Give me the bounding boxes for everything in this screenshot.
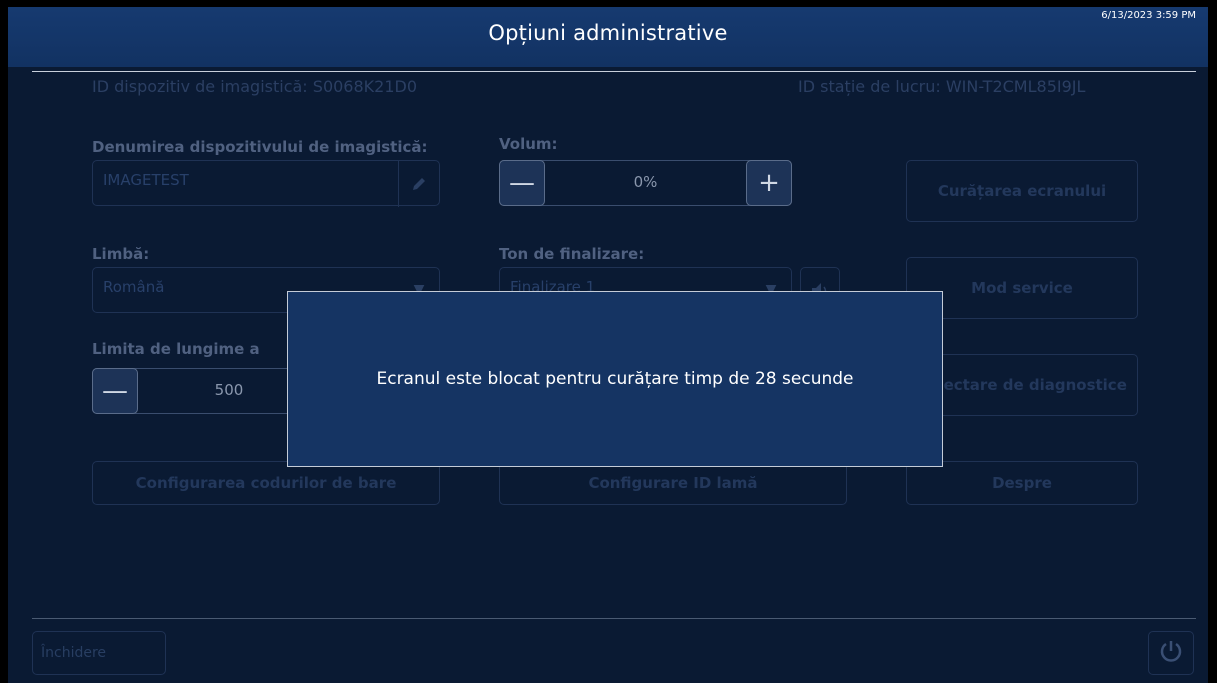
screen-clean-button[interactable]: Curățarea ecranului — [906, 160, 1138, 222]
slide-id-config-button[interactable]: Configurare ID lamă — [499, 461, 847, 505]
volume-label: Volum: — [499, 135, 558, 153]
workstation-id-label: ID stație de lucru: WIN-T2CML85I9JL — [798, 77, 1086, 96]
header-bar: Opțiuni administrative 6/13/2023 3:59 PM — [8, 7, 1208, 67]
plus-icon: + — [758, 168, 780, 198]
language-label: Limbă: — [92, 245, 150, 263]
volume-increase-button[interactable]: + — [746, 160, 792, 206]
length-limit-label: Limita de lungime a — [92, 340, 260, 358]
device-name-value: IMAGETEST — [103, 171, 189, 189]
minus-icon: — — [102, 376, 128, 406]
power-button[interactable] — [1148, 631, 1194, 675]
footer-divider — [32, 618, 1196, 619]
screen-lock-dialog: Ecranul este blocat pentru curățare timp… — [287, 291, 943, 467]
admin-options-window: Opțiuni administrative 6/13/2023 3:59 PM… — [8, 7, 1208, 683]
language-value: Română — [103, 278, 165, 296]
completion-tone-label: Ton de finalizare: — [499, 245, 645, 263]
header-divider — [32, 71, 1196, 72]
datetime-label: 6/13/2023 3:59 PM — [1101, 10, 1196, 21]
barcode-config-button[interactable]: Configurarea codurilor de bare — [92, 461, 440, 505]
device-id-label: ID dispozitiv de imagistică: S0068K21D0 — [92, 77, 418, 96]
page-title: Opțiuni administrative — [488, 21, 728, 45]
power-icon — [1158, 638, 1184, 668]
length-limit-decrease-button[interactable]: — — [92, 368, 138, 414]
device-name-label: Denumirea dispozitivului de imagistică: — [92, 138, 428, 156]
device-name-field[interactable]: IMAGETEST — [92, 160, 440, 207]
pencil-icon[interactable] — [398, 161, 439, 207]
screen-lock-message: Ecranul este blocat pentru curățare timp… — [376, 369, 854, 389]
close-button[interactable]: Închidere — [32, 631, 166, 675]
length-limit-stepper: — 500 — [92, 368, 302, 414]
about-button[interactable]: Despre — [906, 461, 1138, 505]
volume-stepper: — 0% + — [499, 160, 792, 206]
